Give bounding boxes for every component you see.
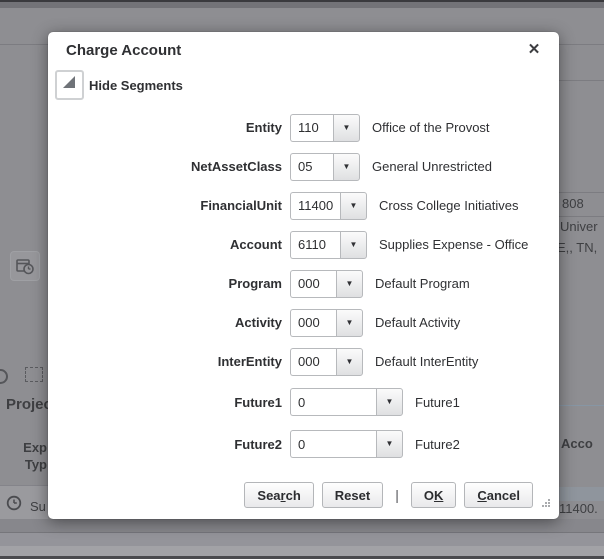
- segment-row-netassetclass: NetAssetClass ▼ General Unrestricted: [48, 147, 559, 186]
- segment-description: Default InterEntity: [375, 354, 478, 369]
- future2-dropdown-button[interactable]: ▼: [376, 430, 403, 458]
- dropdown-arrow-icon: ▼: [386, 398, 394, 406]
- screen: 808 Univer E,, TN, Acco 11400. Projec Ex…: [0, 0, 604, 559]
- segment-label: FinancialUnit: [48, 198, 282, 213]
- financialunit-combobox: ▼: [290, 192, 367, 220]
- segment-label: Program: [48, 276, 282, 291]
- bg-divider: [556, 216, 604, 217]
- button-separator: |: [395, 487, 399, 503]
- dropdown-arrow-icon: ▼: [386, 440, 394, 448]
- segment-description: Future1: [415, 395, 460, 410]
- program-value-input[interactable]: [290, 270, 336, 298]
- charge-account-dialog: Charge Account ✕ Hide Segments Entity ▼ …: [48, 32, 559, 519]
- financialunit-value-input[interactable]: [290, 192, 340, 220]
- bg-account-value: 11400.: [559, 501, 598, 516]
- dialog-title: Charge Account: [66, 42, 181, 59]
- bg-expense-type-label: Typ: [0, 457, 47, 472]
- future2-value-input[interactable]: [290, 430, 376, 458]
- segment-description: Future2: [415, 437, 460, 452]
- account-value-input[interactable]: [290, 231, 340, 259]
- segment-description: General Unrestricted: [372, 159, 492, 174]
- dropdown-arrow-icon: ▼: [346, 358, 354, 366]
- bg-table-row: [0, 533, 604, 546]
- segments-form: Entity ▼ Office of the Provost NetAssetC…: [48, 108, 559, 465]
- program-combobox: ▼: [290, 270, 363, 298]
- bg-toolbar-icon: [0, 369, 8, 384]
- segment-description: Cross College Initiatives: [379, 198, 518, 213]
- activity-dropdown-button[interactable]: ▼: [336, 309, 363, 337]
- bg-merchant-text: Univer: [560, 219, 598, 234]
- bg-item-text: Su: [30, 499, 46, 514]
- future1-dropdown-button[interactable]: ▼: [376, 388, 403, 416]
- segment-row-future2: Future2 ▼ Future2: [48, 423, 559, 465]
- netassetclass-combobox: ▼: [290, 153, 360, 181]
- segment-description: Supplies Expense - Office: [379, 237, 528, 252]
- segment-row-activity: Activity ▼ Default Activity: [48, 303, 559, 342]
- segment-label: Account: [48, 237, 282, 252]
- segment-label: NetAssetClass: [48, 159, 282, 174]
- dropdown-arrow-icon: ▼: [346, 319, 354, 327]
- account-combobox: ▼: [290, 231, 367, 259]
- segment-row-interentity: InterEntity ▼ Default InterEntity: [48, 342, 559, 381]
- entity-dropdown-button[interactable]: ▼: [333, 114, 360, 142]
- hide-segments-toggle[interactable]: [55, 70, 84, 100]
- close-icon[interactable]: ✕: [523, 39, 545, 61]
- bg-table-row: [0, 519, 604, 532]
- segment-row-program: Program ▼ Default Program: [48, 264, 559, 303]
- program-dropdown-button[interactable]: ▼: [336, 270, 363, 298]
- financialunit-dropdown-button[interactable]: ▼: [340, 192, 367, 220]
- disclosure-triangle-icon: [62, 75, 77, 95]
- interentity-value-input[interactable]: [290, 348, 336, 376]
- clock-icon: [6, 495, 22, 516]
- dropdown-arrow-icon: ▼: [343, 163, 351, 171]
- search-button[interactable]: Search: [244, 482, 313, 508]
- interentity-combobox: ▼: [290, 348, 363, 376]
- segment-label: Entity: [48, 120, 282, 135]
- dropdown-arrow-icon: ▼: [343, 124, 351, 132]
- segment-description: Office of the Provost: [372, 120, 490, 135]
- interentity-dropdown-button[interactable]: ▼: [336, 348, 363, 376]
- dialog-footer: Search Reset | OK Cancel: [244, 482, 533, 508]
- segment-label: Activity: [48, 315, 282, 330]
- bg-account-column-header: Acco: [561, 436, 593, 451]
- segment-description: Default Program: [375, 276, 470, 291]
- bg-divider: [556, 405, 604, 406]
- date-picker-icon: [10, 251, 40, 281]
- future2-combobox: ▼: [290, 430, 403, 458]
- bg-expense-type-label: Exp: [0, 440, 47, 455]
- page-header-band: [0, 2, 604, 8]
- bg-project-label: Projec: [6, 396, 52, 413]
- dropdown-arrow-icon: ▼: [346, 280, 354, 288]
- bg-merchant-text: E,, TN,: [557, 240, 597, 255]
- resize-grip-icon[interactable]: [540, 495, 551, 513]
- segment-label: Future2: [48, 437, 282, 452]
- account-dropdown-button[interactable]: ▼: [340, 231, 367, 259]
- dropdown-arrow-icon: ▼: [350, 241, 358, 249]
- cancel-button[interactable]: Cancel: [464, 482, 533, 508]
- activity-combobox: ▼: [290, 309, 363, 337]
- activity-value-input[interactable]: [290, 309, 336, 337]
- ok-button[interactable]: OK: [411, 482, 457, 508]
- entity-value-input[interactable]: [290, 114, 333, 142]
- netassetclass-dropdown-button[interactable]: ▼: [333, 153, 360, 181]
- dropdown-arrow-icon: ▼: [350, 202, 358, 210]
- bg-selected-row-strip: [559, 487, 604, 501]
- future1-value-input[interactable]: [290, 388, 376, 416]
- segment-row-future1: Future1 ▼ Future1: [48, 381, 559, 423]
- segment-row-financialunit: FinancialUnit ▼ Cross College Initiative…: [48, 186, 559, 225]
- segment-description: Default Activity: [375, 315, 460, 330]
- hide-segments-label: Hide Segments: [89, 78, 183, 93]
- netassetclass-value-input[interactable]: [290, 153, 333, 181]
- segment-label: Future1: [48, 395, 282, 410]
- reset-button[interactable]: Reset: [322, 482, 383, 508]
- segment-label: InterEntity: [48, 354, 282, 369]
- entity-combobox: ▼: [290, 114, 360, 142]
- bg-divider: [556, 192, 604, 193]
- detach-icon: [25, 367, 43, 382]
- segment-row-account: Account ▼ Supplies Expense - Office: [48, 225, 559, 264]
- bg-doc-number: 808: [562, 196, 584, 211]
- bg-divider: [559, 80, 604, 81]
- future1-combobox: ▼: [290, 388, 403, 416]
- segment-row-entity: Entity ▼ Office of the Provost: [48, 108, 559, 147]
